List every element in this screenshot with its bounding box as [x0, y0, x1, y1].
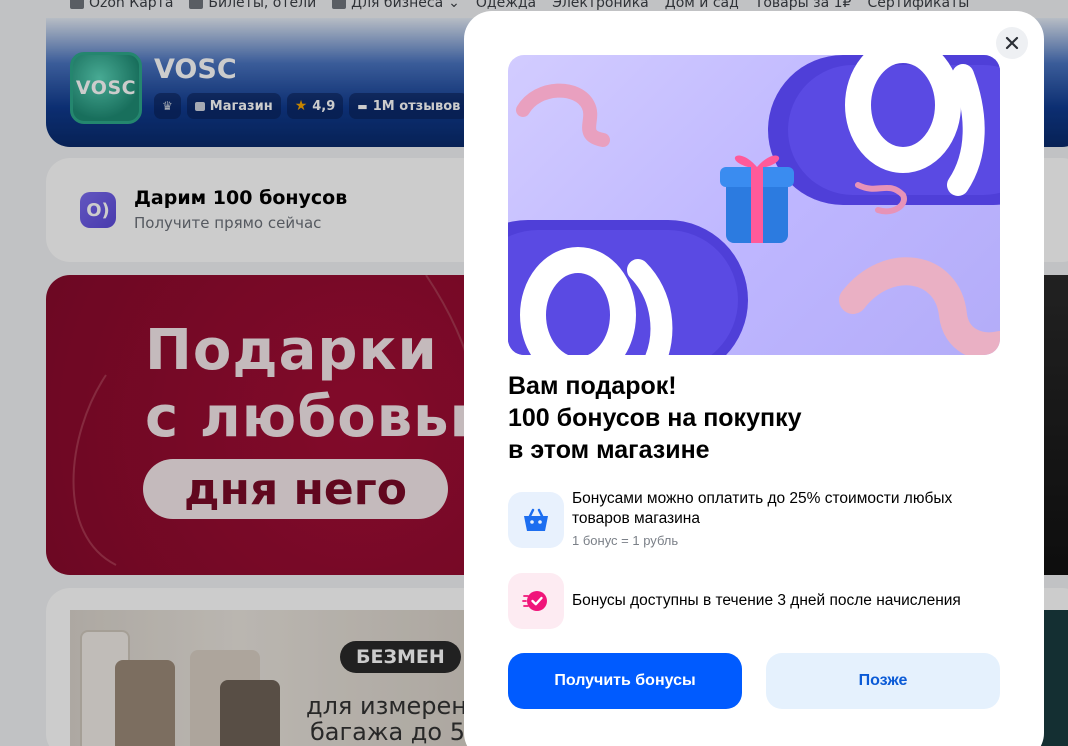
- feature-payment-icon-tile: [508, 492, 564, 548]
- feature-payment-text-line-1: Бонусами можно оплатить до 25% стоимости…: [572, 490, 953, 507]
- modal-title: Вам подарок! 100 бонусов на покупку в эт…: [508, 370, 988, 466]
- later-button[interactable]: Позже: [766, 653, 1000, 709]
- gift-hero-illustration: [508, 55, 1000, 355]
- get-bonuses-button[interactable]: Получить бонусы: [508, 653, 742, 709]
- feature-time-text: Бонусы доступны в течение 3 дней после н…: [572, 592, 961, 609]
- feature-payment-hint: 1 бонус = 1 рубль: [572, 533, 679, 548]
- feature-time-icon-tile: [508, 573, 564, 629]
- shopping-basket-icon: [524, 508, 548, 531]
- hero-graphic: [508, 55, 1000, 355]
- modal-title-line-3: в этом магазине: [508, 436, 710, 464]
- feature-payment-text: Бонусами можно оплатить до 25% стоимости…: [572, 489, 952, 529]
- close-button[interactable]: [996, 27, 1028, 59]
- timer-check-icon: [522, 591, 547, 611]
- modal-title-line-1: Вам подарок!: [508, 372, 677, 400]
- modal-title-line-2: 100 бонусов на покупку: [508, 404, 802, 432]
- feature-payment-text-line-2: товаров магазина: [572, 510, 700, 527]
- close-icon: [1005, 36, 1019, 50]
